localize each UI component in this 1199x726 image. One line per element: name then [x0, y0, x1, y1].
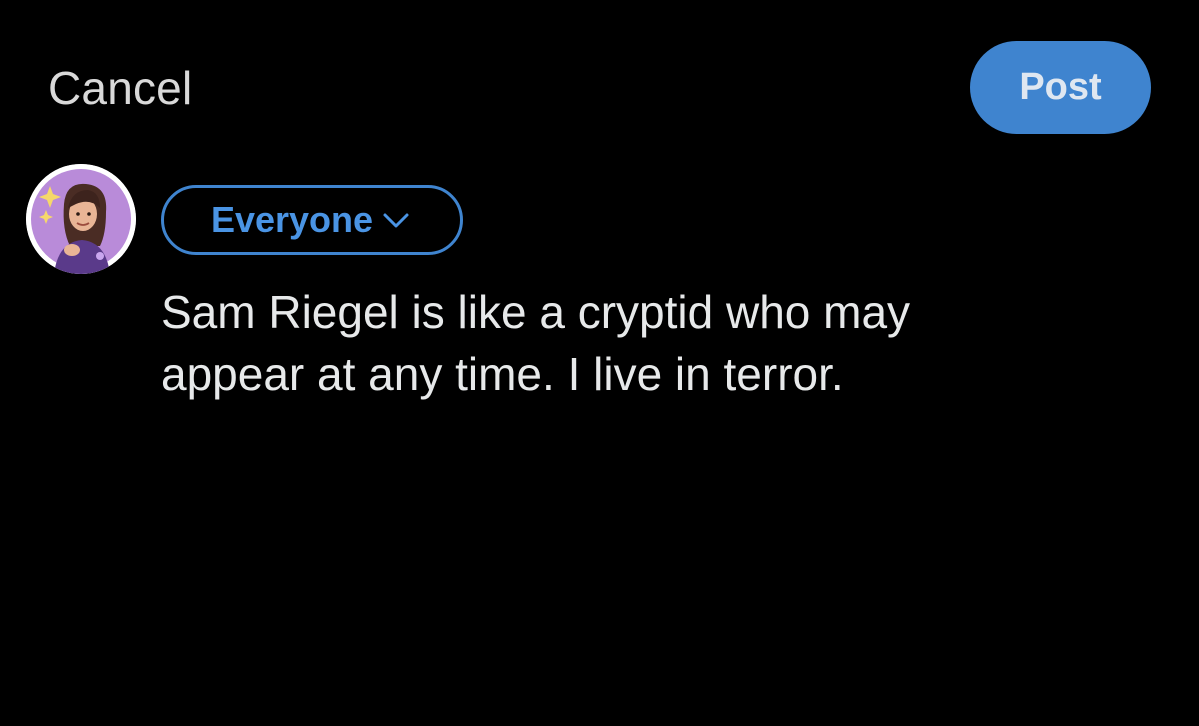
post-button-label: Post	[1019, 66, 1102, 108]
post-text-input[interactable]: Sam Riegel is like a cryptid who may app…	[161, 281, 1161, 405]
audience-label: Everyone	[210, 199, 374, 240]
chevron-down-icon	[379, 208, 413, 232]
cancel-button[interactable]: Cancel	[48, 60, 192, 116]
avatar-illustration	[26, 164, 136, 274]
post-button[interactable]: Post	[970, 41, 1151, 134]
avatar[interactable]	[26, 164, 136, 274]
audience-selector[interactable]: Everyone	[161, 185, 463, 255]
